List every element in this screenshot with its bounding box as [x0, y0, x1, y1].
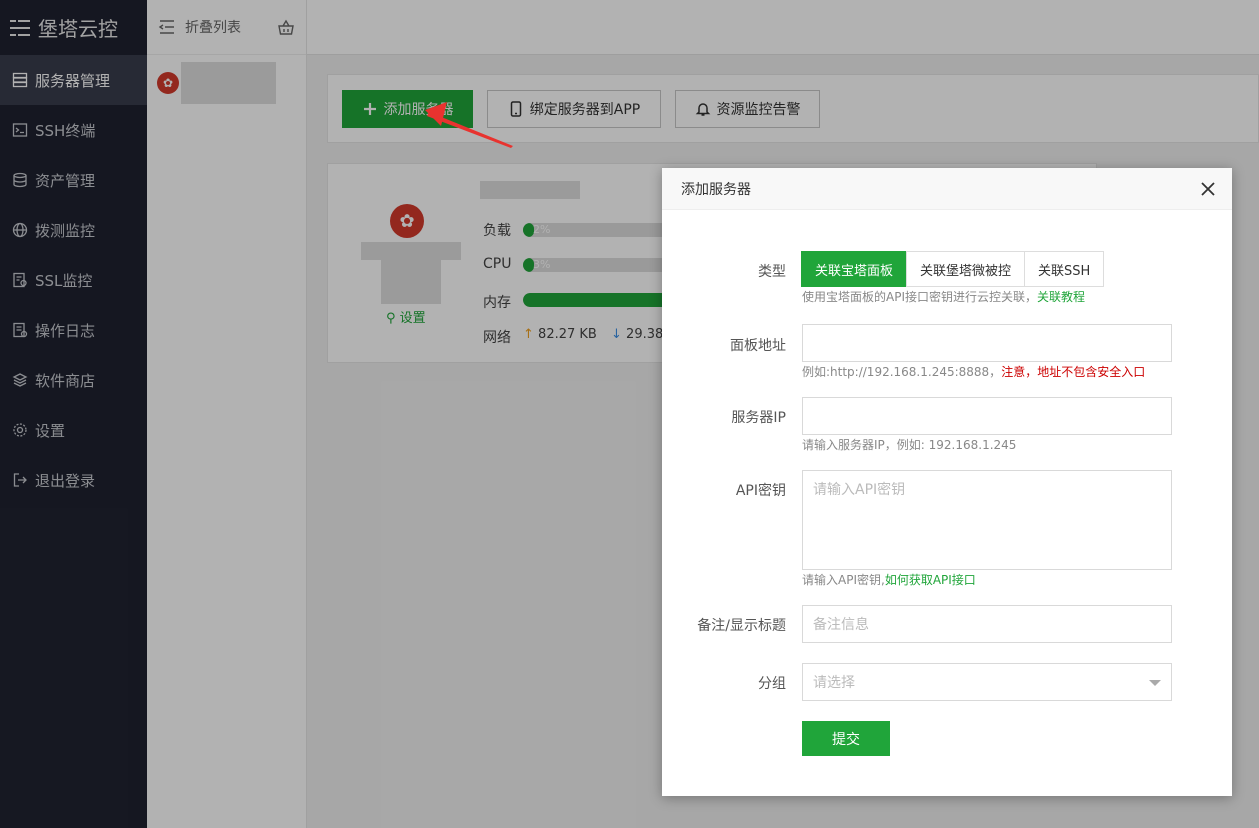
server-ip-input[interactable]	[802, 397, 1172, 435]
server-ip-label: 服务器IP	[731, 410, 786, 426]
api-key-hint-text: 请输入API密钥,	[802, 573, 885, 587]
add-server-dialog: 添加服务器 类型 关联宝塔面板 关联堡塔微被控 关联SSH 使用宝塔面板的API…	[662, 168, 1232, 796]
panel-address-label: 面板地址	[730, 338, 786, 354]
brand-title: 堡塔云控	[38, 17, 118, 41]
tab-ssh[interactable]: 关联SSH	[1024, 251, 1105, 287]
sidebar-item-label: 软件商店	[35, 371, 96, 390]
panel-address-example: 例如:http://192.168.1.245:8888，	[802, 365, 1002, 379]
sidebar-item-label: SSL监控	[35, 271, 93, 290]
tab-bt-panel[interactable]: 关联宝塔面板	[801, 251, 908, 287]
server-ip-hint: 请输入服务器IP，例如: 192.168.1.245	[802, 438, 1017, 452]
sidebar-item-label: 拨测监控	[35, 221, 96, 240]
database-icon	[12, 172, 28, 188]
logout-icon	[12, 472, 28, 488]
annotation-arrow-icon	[425, 102, 513, 148]
get-api-link[interactable]: 如何获取API接口	[885, 573, 976, 587]
group-placeholder: 请选择	[813, 675, 855, 691]
sidebar-item-assets[interactable]: 资产管理	[0, 155, 147, 205]
gear-icon	[12, 422, 28, 438]
sidebar-item-server-management[interactable]: 服务器管理	[0, 55, 147, 105]
panel-address-hint: 例如:http://192.168.1.245:8888，注意，地址不包含安全入…	[802, 363, 1145, 380]
menu-icon[interactable]	[10, 19, 30, 36]
sidebar-item-label: SSH终端	[35, 121, 96, 140]
certificate-icon	[12, 272, 28, 288]
sidebar-item-probe[interactable]: 拨测监控	[0, 205, 147, 255]
panel-address-input[interactable]	[802, 324, 1172, 362]
panel-address-warning: 注意，地址不包含安全入口	[1001, 365, 1146, 379]
type-tabs: 关联宝塔面板 关联堡塔微被控 关联SSH	[801, 251, 1105, 287]
brand[interactable]: 堡塔云控	[0, 0, 147, 55]
close-icon[interactable]	[1200, 181, 1216, 197]
layers-icon	[12, 372, 28, 388]
server-icon	[12, 72, 28, 88]
group-select[interactable]: 请选择	[802, 663, 1172, 701]
log-icon	[12, 322, 28, 338]
remark-label: 备注/显示标题	[697, 618, 786, 634]
sidebar-item-settings[interactable]: 设置	[0, 405, 147, 455]
type-hint-text: 使用宝塔面板的API接口密钥进行云控关联，	[802, 290, 1037, 304]
terminal-icon	[12, 122, 28, 138]
sidebar-item-label: 设置	[35, 421, 66, 440]
group-label: 分组	[758, 676, 786, 692]
dialog-header: 添加服务器	[662, 168, 1232, 210]
sidebar-item-label: 服务器管理	[35, 71, 111, 90]
dialog-title: 添加服务器	[681, 181, 751, 198]
sidebar-item-label: 退出登录	[35, 471, 96, 490]
submit-button[interactable]: 提交	[802, 721, 890, 756]
type-label: 类型	[758, 264, 786, 280]
api-key-textarea[interactable]: 请输入API密钥	[802, 470, 1172, 570]
api-key-hint: 请输入API密钥,如何获取API接口	[802, 571, 976, 588]
tab-micro-agent[interactable]: 关联堡塔微被控	[906, 251, 1026, 287]
sidebar-item-ssh[interactable]: SSH终端	[0, 105, 147, 155]
remark-placeholder: 备注信息	[813, 617, 869, 633]
sidebar-item-label: 操作日志	[35, 321, 96, 340]
chevron-down-icon	[1149, 680, 1161, 686]
sidebar-item-store[interactable]: 软件商店	[0, 355, 147, 405]
sidebar-item-logs[interactable]: 操作日志	[0, 305, 147, 355]
globe-icon	[12, 222, 28, 238]
sidebar-item-label: 资产管理	[35, 171, 96, 190]
tutorial-link[interactable]: 关联教程	[1037, 290, 1085, 304]
remark-input[interactable]: 备注信息	[802, 605, 1172, 643]
sidebar-item-ssl[interactable]: SSL监控	[0, 255, 147, 305]
api-key-label: API密钥	[735, 483, 786, 499]
type-hint: 使用宝塔面板的API接口密钥进行云控关联，关联教程	[802, 288, 1085, 305]
sidebar-item-logout[interactable]: 退出登录	[0, 455, 147, 505]
sidebar: 堡塔云控 服务器管理 SSH终端 资产管理 拨测监控 SSL监控 操作日志 软件…	[0, 0, 147, 828]
